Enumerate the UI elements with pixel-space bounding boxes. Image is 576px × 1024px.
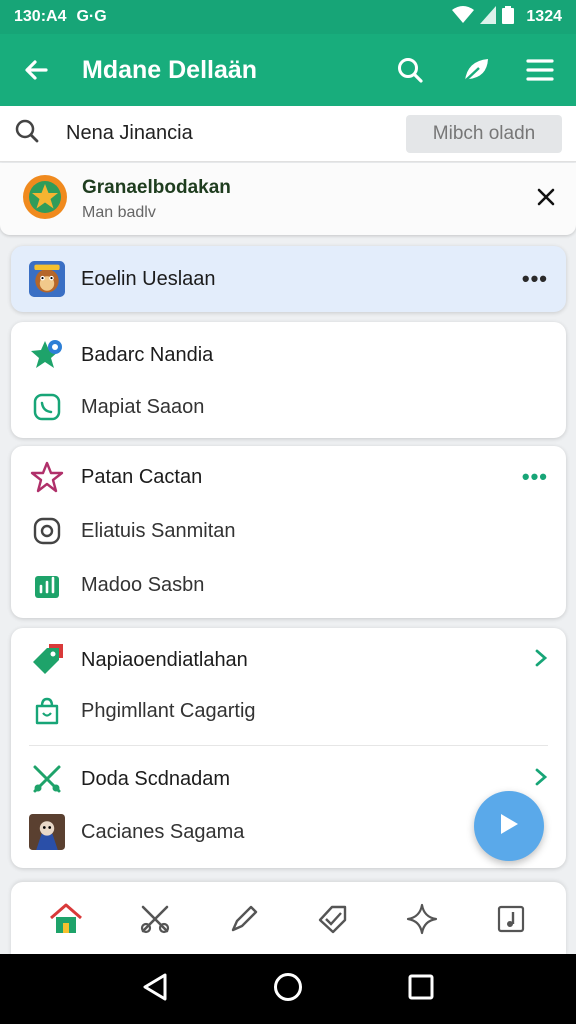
nav-home-icon[interactable] xyxy=(272,971,304,1008)
app-title: Mdane Dellaän xyxy=(82,55,258,84)
tools-icon[interactable] xyxy=(133,897,177,941)
app-bar: Mdane Dellaän xyxy=(0,34,576,106)
play-button[interactable] xyxy=(474,791,544,861)
system-nav-bar xyxy=(0,954,576,1024)
menu-icon[interactable] xyxy=(516,46,564,94)
status-notification-text: G·G xyxy=(76,8,107,25)
music-note-icon[interactable] xyxy=(489,897,533,941)
divider xyxy=(29,745,548,746)
sparkle-icon[interactable] xyxy=(400,897,444,941)
list-item-label: Madoo Sasbn xyxy=(81,573,205,596)
close-icon[interactable] xyxy=(536,187,556,212)
star-outline-icon xyxy=(29,459,65,495)
battery-icon xyxy=(502,5,515,29)
list-item-label: Phgimllant Cagartig xyxy=(81,699,256,722)
notice-title: Granaelbodakan xyxy=(82,176,231,198)
bag-icon xyxy=(29,693,65,729)
signal-icon xyxy=(480,5,497,29)
pen-icon[interactable] xyxy=(222,897,266,941)
list-item[interactable]: Eoelin Ueslaan ••• xyxy=(11,246,566,312)
notice-subtitle: Man badlv xyxy=(82,203,156,221)
search-bar: Nena Jinancia Mibch oladn xyxy=(0,106,576,162)
home-icon[interactable] xyxy=(44,897,88,941)
list-item-label: Eliatuis Sanmitan xyxy=(81,519,236,542)
notice-banner[interactable]: Granaelbodakan Man badlv xyxy=(0,163,576,235)
battery-text: 1324 xyxy=(526,8,562,25)
status-bar: 130:A4 G·G 1324 xyxy=(0,0,576,34)
list-item-label: Doda Scdnadam xyxy=(81,767,230,790)
list-item[interactable]: Doda Scdnadam xyxy=(11,752,566,806)
more-options-icon[interactable]: ••• xyxy=(522,266,548,292)
list-item[interactable]: Patan Cactan ••• xyxy=(11,452,566,502)
highlight-card[interactable]: Eoelin Ueslaan ••• xyxy=(11,246,566,312)
back-arrow-icon[interactable] xyxy=(12,46,60,94)
camera-lens-icon xyxy=(29,513,65,549)
chevron-right-icon[interactable] xyxy=(534,648,548,673)
tag-icon xyxy=(29,642,65,678)
scissors-icon xyxy=(29,761,65,797)
search-submit-button[interactable]: Mibch oladn xyxy=(406,114,562,153)
bottom-toolbar xyxy=(11,882,566,956)
list-item-label: Badarc Nandia xyxy=(81,343,214,366)
monkey-app-icon xyxy=(29,261,65,297)
list-item[interactable]: Badarc Nandia xyxy=(11,330,566,380)
nav-recents-icon[interactable] xyxy=(407,973,435,1006)
list-item-label: Patan Cactan xyxy=(81,465,203,488)
chevron-right-icon[interactable] xyxy=(534,767,548,792)
search-icon[interactable] xyxy=(386,46,434,94)
phone-chat-icon xyxy=(29,389,65,425)
list-card: Patan Cactan ••• Eliatuis Sanmitan Madoo… xyxy=(11,446,566,618)
status-time: 130:A4 xyxy=(14,8,67,25)
list-item-label: Napiaoendiatlahan xyxy=(81,648,248,671)
character-thumbnail-icon xyxy=(29,814,65,850)
tag-check-icon[interactable] xyxy=(311,897,355,941)
list-item[interactable]: Napiaoendiatlahan xyxy=(11,632,566,688)
list-item-label: Eoelin Ueslaan xyxy=(81,267,216,290)
search-field-icon xyxy=(14,118,40,149)
list-item[interactable]: Phgimllant Cagartig xyxy=(11,686,566,736)
list-item[interactable]: Mapiat Saaon xyxy=(11,382,566,432)
star-pin-icon xyxy=(29,337,65,373)
leaf-icon[interactable] xyxy=(452,46,500,94)
list-item[interactable]: Madoo Sasbn xyxy=(11,560,566,610)
search-input[interactable]: Nena Jinancia xyxy=(66,122,406,145)
list-item-label: Mapiat Saaon xyxy=(81,395,205,418)
chart-square-icon xyxy=(29,567,65,603)
more-options-icon[interactable]: ••• xyxy=(522,464,548,490)
list-item[interactable]: Eliatuis Sanmitan xyxy=(11,506,566,556)
list-card: Badarc Nandia Mapiat Saaon xyxy=(11,322,566,438)
wifi-icon xyxy=(452,5,475,29)
star-badge-icon xyxy=(22,174,68,225)
nav-back-icon[interactable] xyxy=(141,972,169,1007)
play-icon xyxy=(497,811,521,842)
